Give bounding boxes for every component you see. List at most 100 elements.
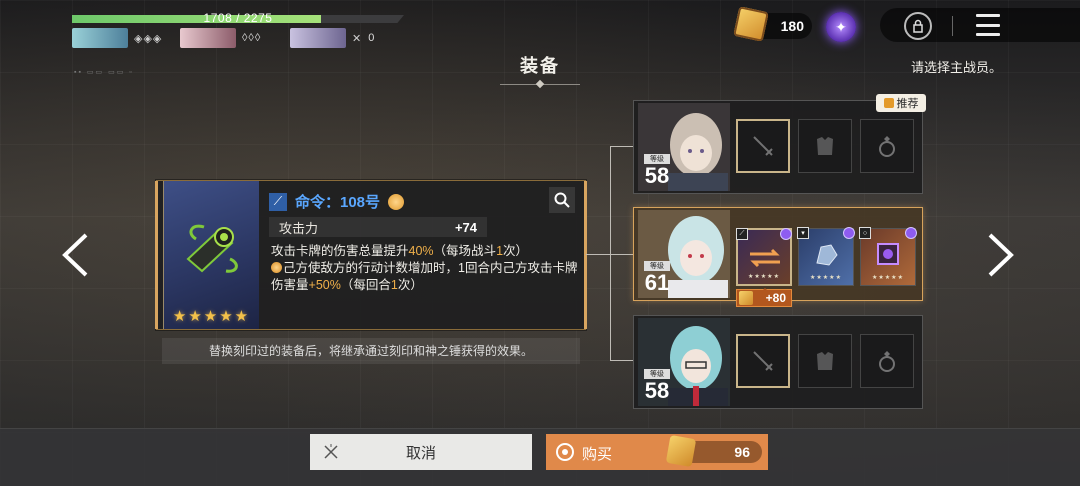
connector-line: [610, 146, 611, 360]
connector-line: [610, 146, 633, 147]
desc-highlight: 1: [496, 244, 504, 258]
weapon-slot[interactable]: [736, 334, 790, 388]
armor-icon: ▾: [797, 227, 809, 239]
buy-label: 购买: [582, 446, 613, 463]
recommend-badge: 推荐: [876, 94, 926, 112]
status-count: 0: [368, 32, 375, 44]
team-member-3[interactable]: ✕ 0: [290, 28, 374, 48]
desc-highlight: 1: [390, 278, 398, 292]
lock-icon[interactable]: [904, 12, 932, 40]
prev-arrow-button[interactable]: [60, 232, 90, 278]
connector-line: [610, 360, 633, 361]
sword-icon: ⟋: [736, 228, 748, 240]
stat-value: +74: [454, 219, 477, 235]
coin-icon: [271, 262, 282, 273]
weapon-slot[interactable]: [736, 119, 790, 173]
connector-line: [610, 254, 633, 255]
gauntlet-icon: [816, 244, 838, 266]
relic-icon[interactable]: ✦: [826, 12, 856, 42]
desc-text: 次）: [397, 278, 423, 292]
armor-icon: [817, 352, 833, 370]
bottom-action-bar: [0, 428, 1080, 486]
team-member-portrait: [180, 28, 236, 48]
desc-text: （每回合: [340, 278, 391, 292]
armor-slot[interactable]: [798, 334, 852, 388]
magnify-button[interactable]: [549, 187, 575, 213]
thumbs-up-icon: [883, 98, 894, 108]
price-display: 96: [665, 434, 762, 468]
gold-crystal-icon: [665, 434, 697, 468]
item-image: ★★★★★: [163, 181, 259, 329]
cube-icon: [877, 243, 899, 265]
gold-crystal-icon: [739, 291, 753, 305]
level-value: 61: [644, 270, 670, 295]
team-member-1[interactable]: ◈◈◈: [72, 28, 162, 48]
status-icons: ✕: [352, 32, 363, 45]
close-icon: [324, 444, 338, 459]
price-value: 96: [734, 444, 750, 460]
level-value: 58: [644, 378, 670, 403]
purple-grade-icon: [780, 228, 792, 240]
hp-text: 1708 / 2275: [203, 11, 273, 25]
cancel-label: 取消: [405, 444, 436, 462]
team-member-portrait: [290, 28, 346, 48]
ring-icon: [879, 351, 895, 372]
equipped-armor[interactable]: ▾ ★★★★★: [797, 227, 855, 286]
armor-icon: [817, 137, 833, 155]
status-icons: ◊◊◊: [242, 32, 262, 44]
character-row-2[interactable]: 等级 61 ⟋ ★★★★★ ▾ ★★★★★ ○ ★★★★★: [633, 207, 923, 301]
currency-display: 180: [733, 6, 812, 42]
cancel-button[interactable]: 取消: [310, 434, 532, 470]
team-member-portrait: [72, 28, 128, 48]
weapon-slot-icon: ⟋: [269, 192, 287, 211]
desc-highlight: 40%: [408, 244, 434, 258]
gold-crystal-icon: [733, 6, 769, 42]
team-hp-bar: 1708 / 2275: [72, 11, 404, 25]
sword-icon: [753, 351, 773, 371]
ring-icon: ○: [859, 227, 871, 239]
search-icon: [554, 192, 570, 208]
sun-badge-icon: [388, 193, 405, 210]
stat-row: 攻击力 +74: [269, 217, 487, 237]
status-icons: ◈◈◈: [134, 32, 163, 45]
purple-grade-icon: [843, 227, 855, 239]
desc-text: 次）: [503, 244, 529, 258]
menu-icon[interactable]: [976, 14, 1000, 36]
title-ornament: [500, 79, 580, 85]
ring-icon: [879, 136, 895, 157]
launcher-icon: [186, 224, 238, 273]
inherit-note: 替换刻印过的装备后，将继承通过刻印和神之锤获得的效果。: [162, 338, 580, 364]
bonus-value: +80: [765, 291, 786, 305]
character-row-3[interactable]: 等级 58: [633, 315, 923, 409]
recommend-label: 推荐: [896, 98, 919, 110]
next-arrow-button[interactable]: [986, 232, 1016, 278]
character-portrait: 等级 61: [638, 210, 730, 298]
rarity-stars: ★★★★★: [172, 308, 251, 325]
desc-highlight: +50%: [308, 278, 341, 292]
character-portrait: 等级 58: [638, 318, 730, 406]
stat-label: 攻击力: [279, 220, 319, 236]
sword-icon: [753, 136, 773, 156]
character-row-1[interactable]: 等级 58: [633, 100, 923, 194]
stat-bonus-badge: +80: [736, 288, 792, 307]
team-member-2[interactable]: ◊◊◊: [180, 28, 261, 48]
swap-arrows-icon: [750, 248, 780, 268]
item-description: 攻击卡牌的伤害总量提升40%（每场战斗1次） 己方使敌方的行动计数增加时，1回合…: [271, 243, 581, 294]
ring-slot[interactable]: [860, 119, 914, 173]
connector-line: [586, 254, 610, 255]
ring-slot[interactable]: [860, 334, 914, 388]
item-detail-card: ★★★★★ ⟋ 命令：108号 攻击力 +74 攻击卡牌的伤害总量提升40%（每…: [155, 180, 587, 330]
hint-text: 请选择主战员。: [910, 60, 1002, 75]
confirm-circle-icon: [556, 443, 574, 461]
armor-slot[interactable]: [798, 119, 852, 173]
equipped-ring[interactable]: ○ ★★★★★: [859, 227, 917, 286]
level-value: 58: [644, 163, 670, 188]
desc-text: （每场战斗: [433, 244, 497, 258]
buy-button[interactable]: 购买 96: [546, 434, 768, 470]
equipped-weapon[interactable]: ⟋ ★★★★★: [736, 228, 792, 286]
rarity-stars: ★★★★★: [872, 275, 904, 281]
divider: [952, 16, 953, 36]
currency-value: 180: [780, 18, 804, 34]
rarity-stars: ★★★★★: [810, 275, 842, 281]
rarity-stars: ★★★★★: [748, 274, 780, 280]
